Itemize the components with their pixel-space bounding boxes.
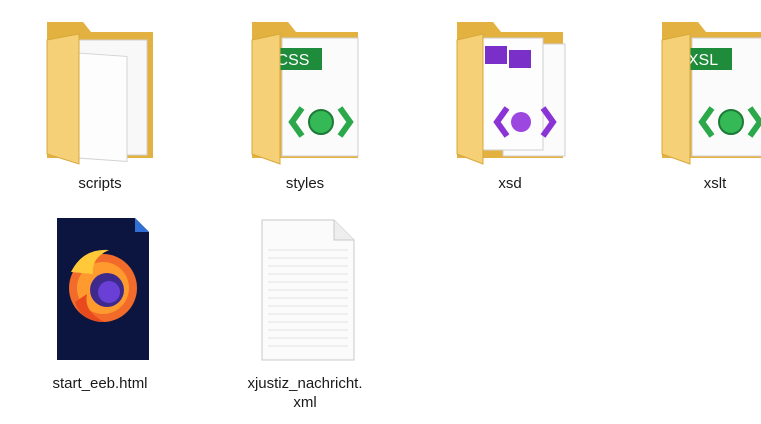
item-label: styles xyxy=(285,175,325,192)
folder-xsd-icon xyxy=(445,10,575,170)
folder-scripts[interactable]: scripts xyxy=(25,10,175,193)
item-label: scripts xyxy=(78,175,122,192)
folder-css-icon: CSS xyxy=(240,10,370,170)
folder-xsl-icon: XSL xyxy=(650,10,761,170)
css-badge-text: CSS xyxy=(277,52,310,69)
file-explorer-icon-view: scripts CSS styles xsd XSL xslt start_ee… xyxy=(0,0,761,424)
folder-xslt[interactable]: XSL xslt xyxy=(640,10,761,193)
folder-icon xyxy=(35,10,165,170)
item-label: xsd xyxy=(498,175,522,192)
file-xjustiz-nachricht-xml[interactable]: xjustiz_nachricht. xml xyxy=(230,210,380,412)
xsl-badge-text: XSL xyxy=(688,52,718,69)
item-label: start_eeb.html xyxy=(52,375,148,392)
item-label: xjustiz_nachricht. xml xyxy=(247,375,363,411)
folder-styles[interactable]: CSS styles xyxy=(230,10,380,193)
xml-document-icon xyxy=(240,210,370,370)
file-start-eeb-html[interactable]: start_eeb.html xyxy=(25,210,175,393)
folder-xsd[interactable]: xsd xyxy=(435,10,585,193)
firefox-html-icon xyxy=(35,210,165,370)
item-label: xslt xyxy=(703,175,727,192)
